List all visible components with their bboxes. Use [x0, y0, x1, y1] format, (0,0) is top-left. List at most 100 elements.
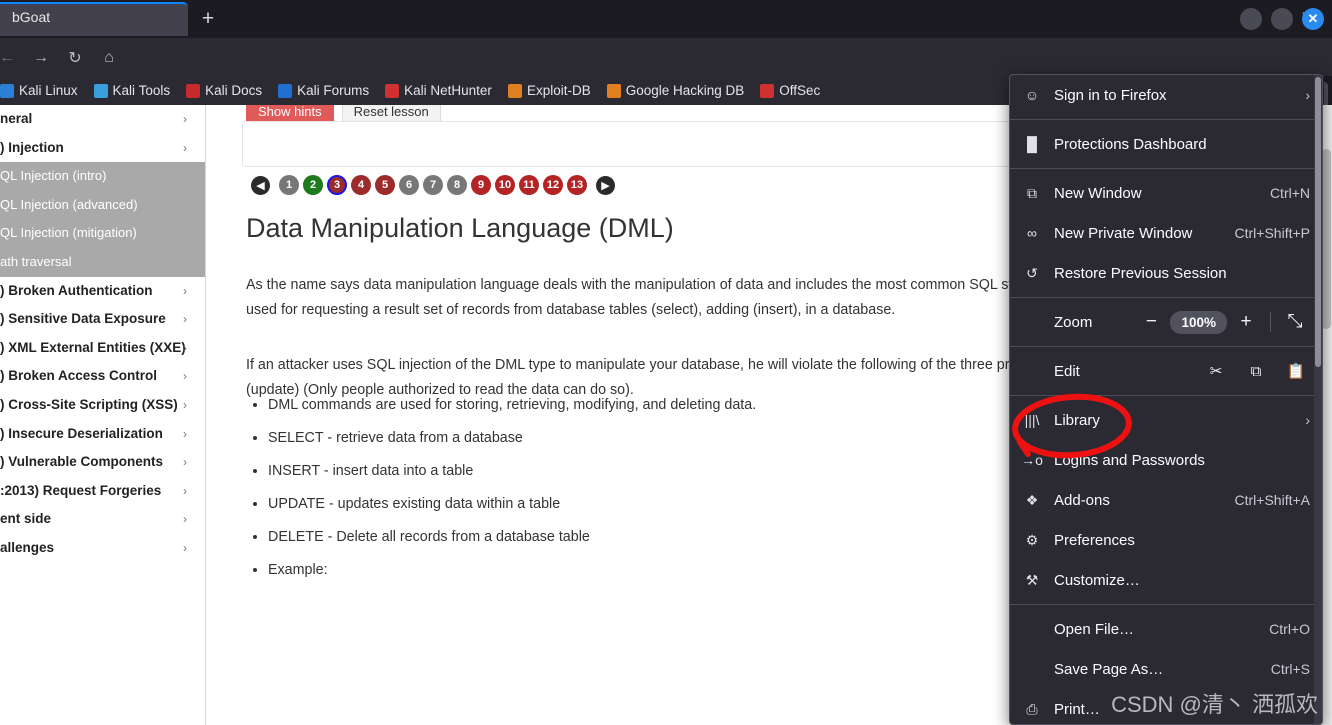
sidebar-item-3[interactable]: QL Injection (advanced) [0, 190, 205, 220]
bookmark-favicon [186, 83, 201, 98]
lesson-page-2[interactable]: 2 [303, 175, 323, 195]
sidebar-item-11[interactable]: ) Insecure Deserialization › [0, 420, 205, 449]
chevron-right-icon: › [183, 369, 187, 384]
restore-session-icon: ↺ [1026, 264, 1038, 281]
maximize-button[interactable] [1271, 8, 1293, 30]
sidebar-item-2[interactable]: QL Injection (intro) [0, 162, 205, 191]
minimize-button[interactable] [1240, 8, 1262, 30]
prev-page-arrow[interactable]: ◀ [251, 175, 270, 195]
reload-icon[interactable]: ↻ [60, 45, 90, 71]
bookmark-label: Kali NetHunter [404, 83, 492, 98]
menu-item-open-file[interactable]: Open File… Ctrl+O [1010, 609, 1322, 649]
menu-separator [1010, 604, 1322, 605]
menu-item-new-private-window[interactable]: ∞ New Private Window Ctrl+Shift+P [1010, 213, 1322, 253]
printer-icon: ⎙ [1026, 700, 1038, 717]
sidebar-item-15[interactable]: allenges › [0, 534, 205, 563]
back-icon[interactable]: ← [0, 45, 22, 71]
close-window-button[interactable]: ✕ [1302, 8, 1324, 30]
sidebar-item-13[interactable]: :2013) Request Forgeries › [0, 477, 205, 506]
sidebar-item-6[interactable]: ) Broken Authentication › [0, 277, 205, 306]
menu-separator [1010, 395, 1322, 396]
lesson-sidebar: neral ›) Injection › QL Injection (intro) QL… [0, 105, 206, 725]
lesson-page-3[interactable]: 3 [327, 175, 347, 195]
menu-item-label: Open File… [1054, 620, 1135, 638]
menu-item-shortcut: Ctrl+N [1269, 185, 1310, 201]
lesson-page-1[interactable]: 1 [279, 175, 299, 195]
lesson-page-8[interactable]: 8 [447, 175, 467, 195]
lesson-page-11[interactable]: 11 [519, 175, 539, 195]
lesson-page-13[interactable]: 13 [567, 175, 587, 195]
bookmark-kali-tools[interactable]: Kali Tools [86, 81, 179, 100]
sidebar-item-9[interactable]: ) Broken Access Control › [0, 362, 205, 391]
navigation-toolbar: ← → ↻ ⌂ ⚰ ⓘ 127.0.0.1:8080/WebGoat/start… [0, 38, 1332, 110]
sidebar-item-label: neral [0, 111, 33, 126]
sidebar-item-label: ) Injection [0, 139, 64, 155]
sidebar-item-label: ) Cross-Site Scripting (XSS) [0, 396, 178, 412]
bookmark-label: Google Hacking DB [625, 83, 745, 98]
zoom-out-button[interactable]: − [1134, 307, 1168, 337]
lesson-page-6[interactable]: 6 [399, 175, 419, 195]
menu-item-add-ons[interactable]: ❖ Add-ons Ctrl+Shift+A [1010, 480, 1322, 520]
chevron-right-icon: › [183, 140, 187, 155]
sidebar-item-12[interactable]: ) Vulnerable Components › [0, 448, 205, 477]
zoom-level-value[interactable]: 100% [1170, 310, 1227, 334]
chevron-right-icon: › [183, 483, 187, 498]
sidebar-item-label: ) Insecure Deserialization [0, 425, 163, 441]
forward-icon[interactable]: → [26, 45, 56, 71]
menu-item-label: Print… [1054, 700, 1100, 718]
menu-item-preferences[interactable]: ⚙ Preferences [1010, 520, 1322, 560]
bookmark-kali-nethunter[interactable]: Kali NetHunter [377, 81, 500, 100]
menu-item-library[interactable]: |||\ Library › [1010, 400, 1322, 440]
bookmark-label: Kali Tools [112, 83, 171, 98]
zoom-row: Zoom −100% + ⤡ [1010, 302, 1322, 342]
fullscreen-button[interactable]: ⤡ [1278, 307, 1312, 337]
paste-icon[interactable]: 📋 [1276, 356, 1316, 386]
sidebar-item-0[interactable]: neral › [0, 105, 205, 134]
sidebar-item-1[interactable]: ) Injection › [0, 134, 205, 163]
menu-item-new-window[interactable]: ⧉ New Window Ctrl+N [1010, 173, 1322, 213]
chevron-right-icon: › [183, 340, 187, 355]
cut-icon[interactable]: ✂ [1196, 356, 1236, 386]
menu-scrollbar[interactable] [1314, 75, 1322, 724]
sidebar-item-4[interactable]: QL Injection (mitigation) [0, 219, 205, 248]
lesson-page-4[interactable]: 4 [351, 175, 371, 195]
menu-item-save-page-as[interactable]: Save Page As… Ctrl+S [1010, 649, 1322, 689]
menu-scrollbar-thumb[interactable] [1315, 77, 1321, 367]
sidebar-item-label: QL Injection (mitigation) [0, 225, 137, 241]
zoom-in-button[interactable]: + [1229, 307, 1263, 337]
lesson-page-5[interactable]: 5 [375, 175, 395, 195]
page-scrollbar-thumb[interactable] [1322, 149, 1331, 329]
lesson-page-12[interactable]: 12 [543, 175, 563, 195]
sidebar-item-5[interactable]: ath traversal [0, 247, 205, 277]
menu-item-logins-and-passwords[interactable]: →o Logins and Passwords [1010, 440, 1322, 480]
lesson-page-10[interactable]: 10 [495, 175, 515, 195]
bookmark-kali-forums[interactable]: Kali Forums [270, 81, 377, 100]
lesson-page-9[interactable]: 9 [471, 175, 491, 195]
menu-item-customize[interactable]: ⚒ Customize… [1010, 560, 1322, 600]
menu-item-print[interactable]: ⎙ Print… [1010, 689, 1322, 724]
sidebar-item-label: ) XML External Entities (XXE) [0, 339, 186, 355]
sidebar-item-label: ath traversal [0, 253, 72, 269]
bookmark-kali-linux[interactable]: Kali Linux [0, 81, 86, 100]
lesson-page-7[interactable]: 7 [423, 175, 443, 195]
menu-item-sign-in-to-firefox[interactable]: ☺ Sign in to Firefox › [1010, 75, 1322, 115]
zoom-label: Zoom [1054, 313, 1093, 331]
bookmark-offsec[interactable]: OffSec [752, 81, 828, 100]
next-page-arrow[interactable]: ▶ [596, 175, 615, 195]
menu-item-label: Customize… [1054, 571, 1140, 589]
chevron-right-icon: › [183, 512, 187, 527]
sidebar-item-10[interactable]: ) Cross-Site Scripting (XSS) › [0, 391, 205, 420]
bookmark-exploit-db[interactable]: Exploit-DB [500, 81, 599, 100]
sidebar-item-14[interactable]: ent side › [0, 505, 205, 534]
bookmark-google-hacking-db[interactable]: Google Hacking DB [599, 81, 753, 100]
sidebar-item-8[interactable]: ) XML External Entities (XXE) › [0, 334, 205, 363]
home-icon[interactable]: ⌂ [94, 45, 124, 71]
copy-icon[interactable]: ⧉ [1236, 356, 1276, 386]
menu-item-restore-previous-session[interactable]: ↺ Restore Previous Session [1010, 253, 1322, 293]
bookmark-kali-docs[interactable]: Kali Docs [178, 81, 270, 100]
new-tab-button[interactable]: + [194, 6, 222, 34]
menu-separator [1010, 119, 1322, 120]
menu-item-protections-dashboard[interactable]: █ Protections Dashboard [1010, 124, 1322, 164]
sidebar-item-7[interactable]: ) Sensitive Data Exposure › [0, 305, 205, 334]
bookmark-label: OffSec [779, 83, 821, 98]
